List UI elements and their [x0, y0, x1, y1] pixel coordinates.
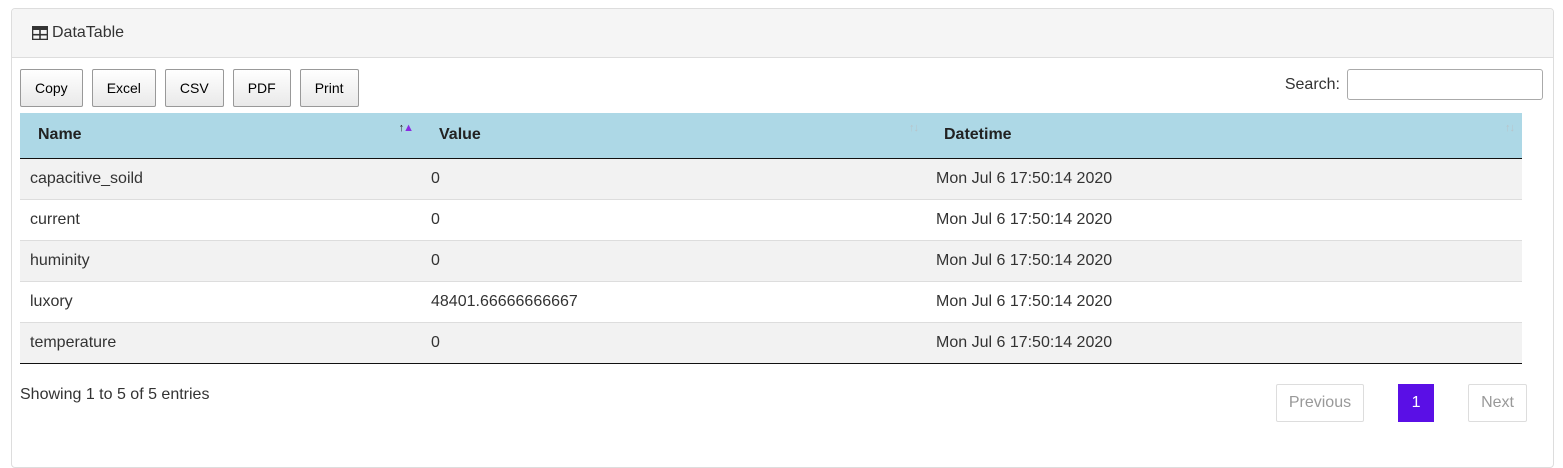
- print-button[interactable]: Print: [299, 69, 359, 107]
- cell-value: 0: [421, 239, 926, 281]
- sort-both-icon: ↑↓: [909, 122, 919, 134]
- cell-datetime: Mon Jul 6 17:50:14 2020: [926, 321, 1522, 364]
- copy-button[interactable]: Copy: [20, 69, 83, 107]
- table-icon: [31, 25, 49, 41]
- page-1-button[interactable]: 1: [1398, 384, 1435, 422]
- cell-name: current: [20, 198, 421, 240]
- table-row: huminity 0 Mon Jul 6 17:50:14 2020: [20, 239, 1522, 281]
- table-row: luxory 48401.66666666667 Mon Jul 6 17:50…: [20, 280, 1522, 322]
- cell-value: 0: [421, 198, 926, 240]
- cell-name: huminity: [20, 239, 421, 281]
- table-row: temperature 0 Mon Jul 6 17:50:14 2020: [20, 321, 1522, 364]
- cell-value: 0: [421, 158, 926, 199]
- pdf-button[interactable]: PDF: [232, 69, 291, 107]
- column-header-name[interactable]: Name ↑▲: [20, 113, 421, 159]
- cell-datetime: Mon Jul 6 17:50:14 2020: [926, 280, 1522, 322]
- cell-name: luxory: [20, 280, 421, 322]
- table-info: Showing 1 to 5 of 5 entries: [20, 386, 210, 403]
- previous-page-button[interactable]: Previous: [1275, 384, 1365, 422]
- column-header-value[interactable]: Value ↑↓: [421, 113, 926, 159]
- sort-both-icon: ↑↓: [1505, 122, 1515, 134]
- csv-button[interactable]: CSV: [164, 69, 224, 107]
- panel-heading: DataTable: [12, 9, 1553, 58]
- cell-datetime: Mon Jul 6 17:50:14 2020: [926, 158, 1522, 199]
- sort-ascending-icon: ↑▲: [398, 122, 414, 134]
- search-box: Search:: [1285, 69, 1543, 100]
- table-header-row: Name ↑▲ Value ↑↓ Datetime ↑↓: [20, 113, 1522, 159]
- data-table: Name ↑▲ Value ↑↓ Datetime ↑↓ capacitive_…: [20, 113, 1522, 364]
- export-toolbar: Copy Excel CSV PDF Print: [20, 69, 368, 107]
- pagination: Previous 1 Next: [1275, 384, 1527, 422]
- next-page-button[interactable]: Next: [1468, 384, 1527, 422]
- cell-datetime: Mon Jul 6 17:50:14 2020: [926, 239, 1522, 281]
- table-row: current 0 Mon Jul 6 17:50:14 2020: [20, 198, 1522, 240]
- cell-name: temperature: [20, 321, 421, 364]
- cell-datetime: Mon Jul 6 17:50:14 2020: [926, 198, 1522, 240]
- panel-title: DataTable: [52, 24, 125, 41]
- excel-button[interactable]: Excel: [91, 69, 156, 107]
- column-header-datetime[interactable]: Datetime ↑↓: [926, 113, 1522, 159]
- table-row: capacitive_soild 0 Mon Jul 6 17:50:14 20…: [20, 158, 1522, 199]
- search-input[interactable]: [1347, 69, 1543, 100]
- search-label: Search:: [1284, 75, 1340, 93]
- cell-value: 0: [421, 321, 926, 364]
- cell-name: capacitive_soild: [20, 158, 421, 199]
- cell-value: 48401.66666666667: [421, 280, 926, 322]
